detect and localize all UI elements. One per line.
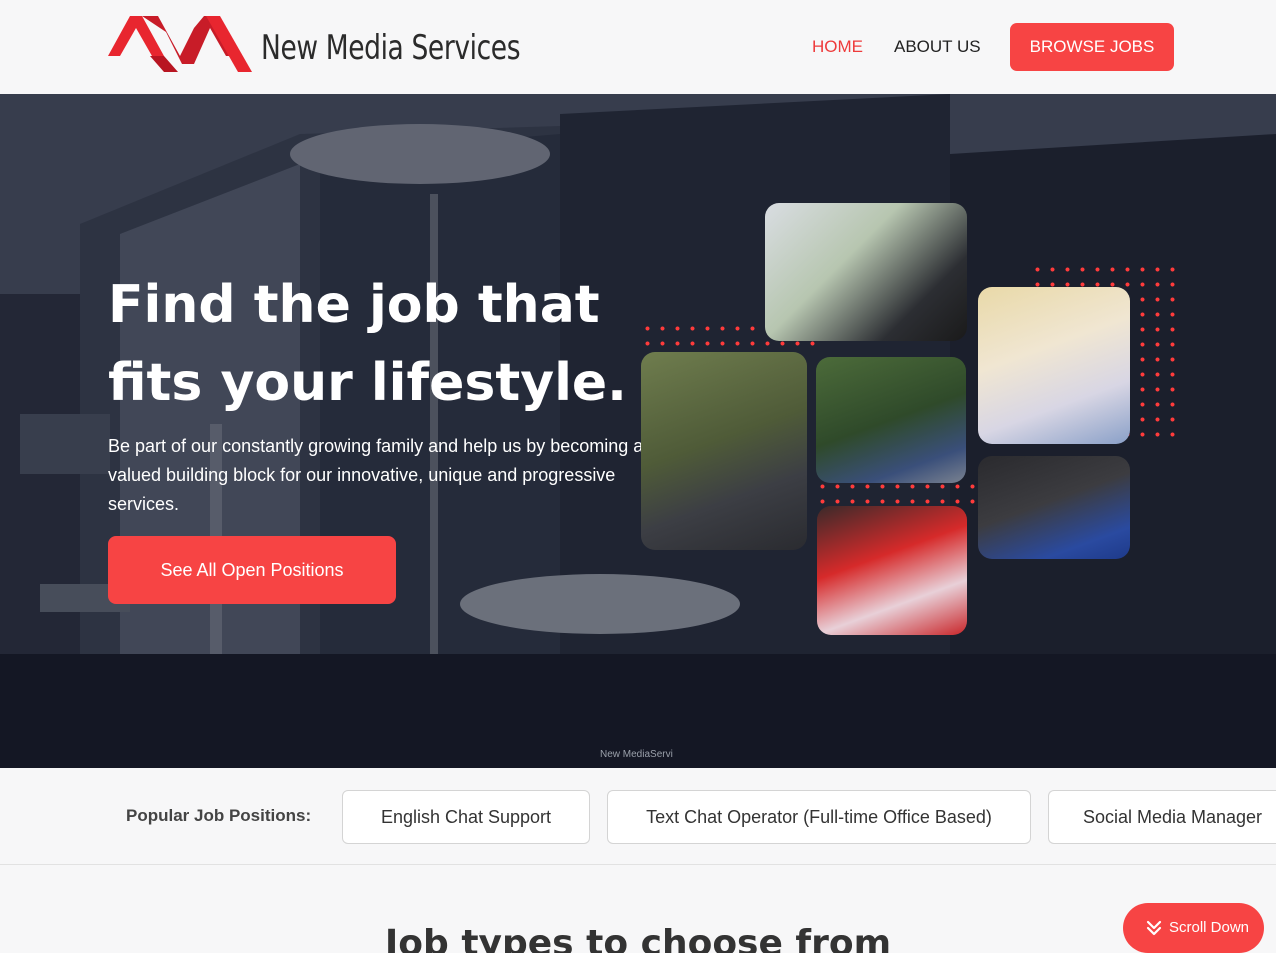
position-chip-text-chat-operator[interactable]: Text Chat Operator (Full-time Office Bas… (607, 790, 1031, 844)
hero-title-line-1: Find the job that (108, 275, 600, 335)
brand-name: New Media Services (261, 28, 521, 68)
position-chip-english-chat-support[interactable]: English Chat Support (342, 790, 590, 844)
see-all-positions-button[interactable]: See All Open Positions (108, 536, 396, 604)
team-photo-woman-outdoor (641, 352, 807, 550)
brand-logo[interactable]: New Media Services (108, 14, 521, 74)
popular-positions-label: Popular Job Positions: (126, 806, 312, 825)
dot-pattern-middle (815, 479, 975, 509)
position-chip-social-media-manager[interactable]: Social Media Manager (1048, 790, 1276, 844)
double-chevron-down-icon (1146, 920, 1162, 936)
nav-home-link[interactable]: HOME (812, 37, 863, 57)
logo-mark-icon (108, 16, 252, 72)
team-photo-love-balloons (978, 287, 1130, 444)
hero-title: Find the job that fits your lifestyle. (108, 266, 668, 422)
team-photo-costumes (817, 506, 967, 635)
scroll-down-label: Scroll Down (1169, 919, 1250, 936)
hero-title-line-2: fits your lifestyle. (108, 353, 627, 413)
team-photo-woman-headset (978, 456, 1130, 559)
nav-about-link[interactable]: ABOUT US (894, 37, 981, 57)
building-sign-text: New MediaServi (600, 749, 673, 760)
site-header: New Media Services HOME ABOUT US BROWSE … (0, 0, 1276, 94)
popular-positions-bar: Popular Job Positions: English Chat Supp… (0, 768, 1276, 865)
browse-jobs-button[interactable]: BROWSE JOBS (1010, 23, 1174, 71)
team-photo-man-street (816, 357, 966, 483)
team-photo-office (765, 203, 967, 341)
job-types-heading: Job types to choose from (384, 923, 892, 953)
hero-subtitle: Be part of our constantly growing family… (108, 436, 644, 514)
scroll-down-button[interactable]: Scroll Down (1123, 903, 1264, 953)
hero-section: Find the job that fits your lifestyle. B… (0, 94, 1276, 768)
